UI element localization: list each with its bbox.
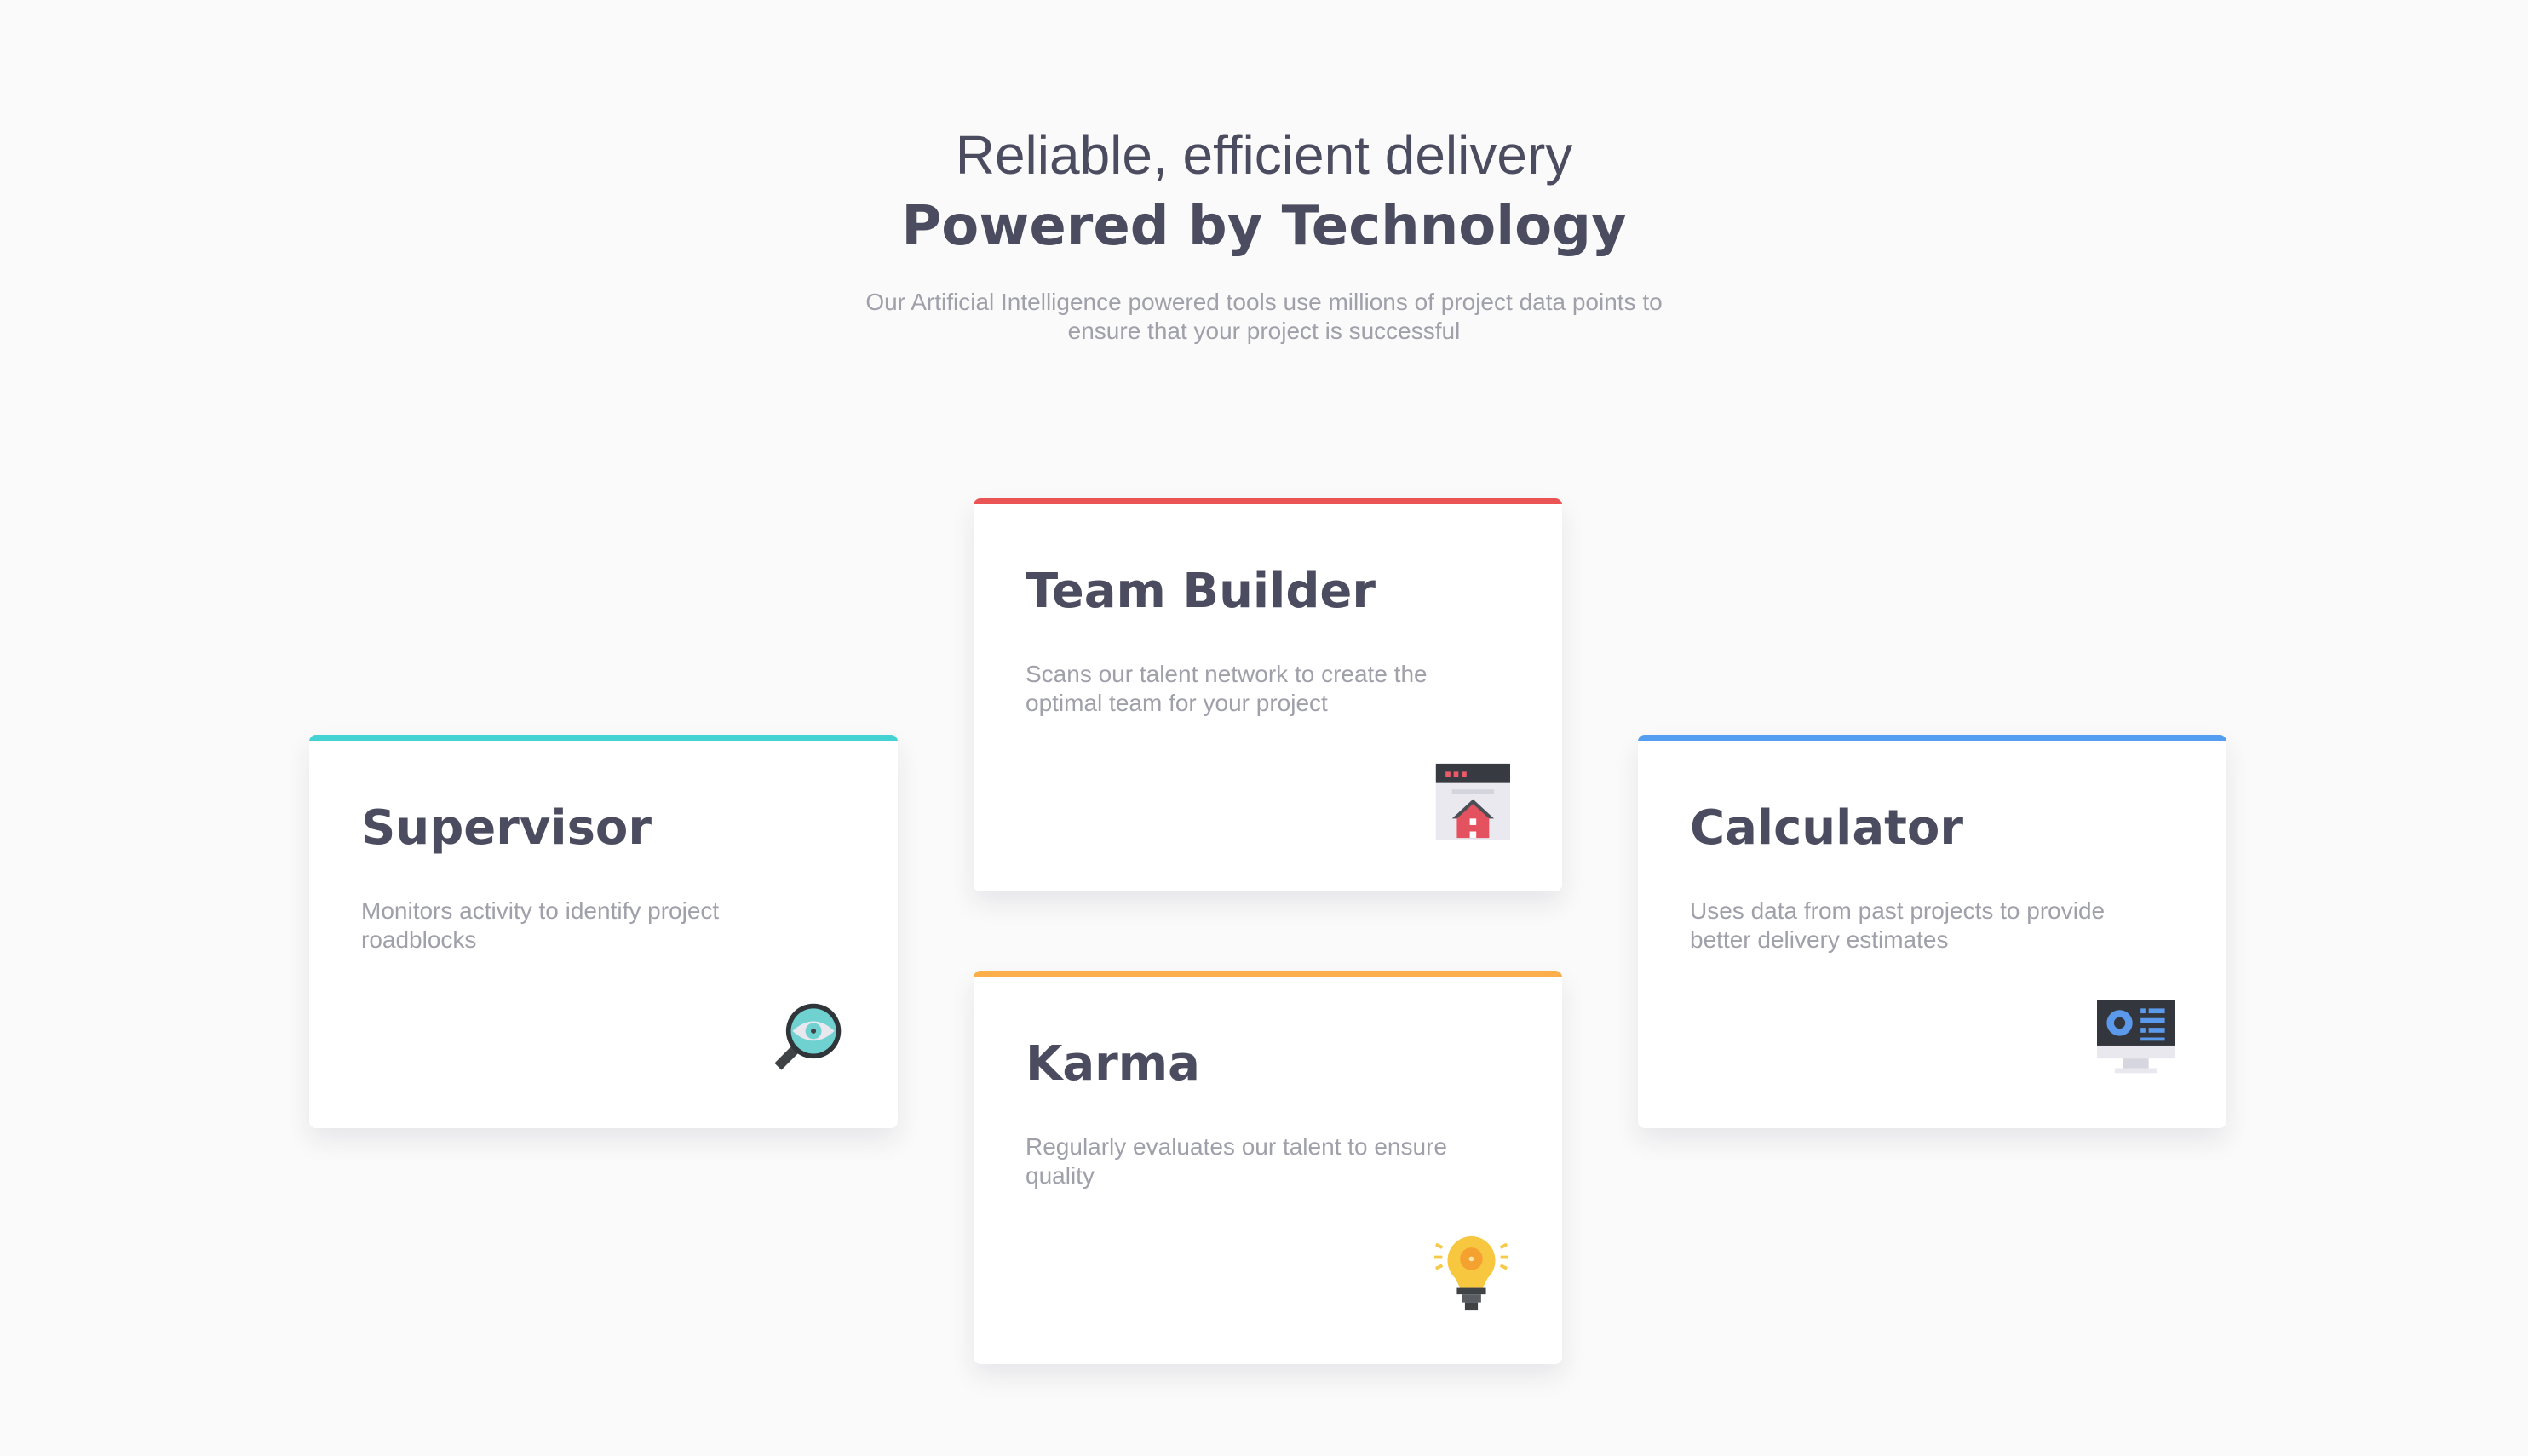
card-supervisor: Supervisor Monitors activity to identify… xyxy=(309,735,898,1128)
card-description: Uses data from past projects to provide … xyxy=(1690,897,2106,953)
card-title: Supervisor xyxy=(361,800,652,856)
card-title: Team Builder xyxy=(1026,564,1376,619)
card-description: Monitors activity to identify project ro… xyxy=(361,897,720,953)
card-title: Karma xyxy=(1026,1036,1200,1092)
magnifier-eye-icon xyxy=(768,999,846,1076)
card-accent-bar xyxy=(309,735,898,741)
monitor-chart-icon xyxy=(2097,999,2175,1076)
card-accent-bar xyxy=(974,498,1562,504)
card-accent-bar xyxy=(974,971,1562,977)
card-calculator: Calculator Uses data from past projects … xyxy=(1638,735,2226,1128)
hero-title-bold: Powered by Technology xyxy=(901,195,1627,258)
hero-section: Reliable, efficient delivery Powered by … xyxy=(0,119,2528,346)
hero-description: Our Artificial Intelligence powered tool… xyxy=(865,289,1663,344)
card-karma: Karma Regularly evaluates our talent to … xyxy=(974,971,1562,1364)
lightbulb-gear-icon xyxy=(1433,1235,1510,1312)
card-description: Scans our talent network to create the o… xyxy=(1026,661,1428,716)
card-accent-bar xyxy=(1638,735,2226,741)
card-team-builder: Team Builder Scans our talent network to… xyxy=(974,498,1562,891)
browser-house-icon xyxy=(1433,762,1510,840)
hero-title-light: Reliable, efficient delivery xyxy=(955,124,1573,186)
card-description: Regularly evaluates our talent to ensure… xyxy=(1026,1133,1447,1189)
card-title: Calculator xyxy=(1690,800,1963,856)
